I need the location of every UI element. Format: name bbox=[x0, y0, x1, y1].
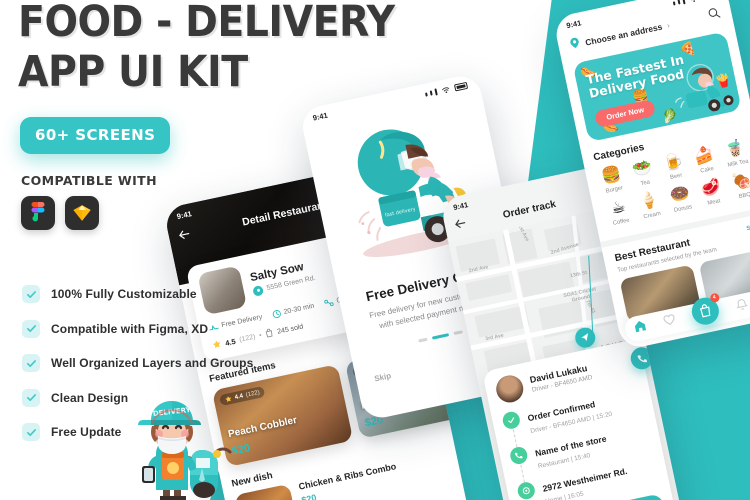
headline-line-2: APP UI KIT bbox=[18, 46, 248, 97]
poster-headline: FOOD - DELIVERY APP UI KIT bbox=[18, 1, 395, 94]
feature-item: Well Organized Layers and Groups bbox=[22, 354, 253, 372]
carousel-dot[interactable] bbox=[417, 337, 428, 343]
order-now-button[interactable]: Order Now bbox=[593, 98, 657, 129]
headline-line-1: FOOD - DELIVERY bbox=[18, 0, 395, 47]
tab-home[interactable] bbox=[632, 318, 648, 338]
order-timeline: Order Confirmed Driver - BF4650 AMD | 15… bbox=[501, 385, 660, 500]
check-icon bbox=[22, 388, 40, 407]
eta-label: 20-30 min bbox=[283, 302, 315, 316]
check-icon bbox=[22, 423, 40, 441]
location-icon bbox=[516, 480, 537, 500]
category-item[interactable]: 🍖 BBQ bbox=[724, 169, 750, 202]
sold-count: 245 sold bbox=[276, 323, 305, 336]
poster-canvas: FOOD - DELIVERY APP UI KIT 60+ SCREENS C… bbox=[0, 0, 750, 500]
compatible-logos bbox=[21, 196, 99, 230]
chevron-right-icon: › bbox=[666, 20, 671, 30]
feature-label: 100% Fully Customizable bbox=[51, 287, 197, 301]
delivery-mascot-illustration: DELIVERY bbox=[118, 392, 236, 500]
screens-count-badge: 60+ SCREENS bbox=[20, 117, 171, 154]
eta-badge: 20-30 min bbox=[271, 302, 315, 320]
sketch-logo-icon bbox=[65, 196, 99, 230]
feature-label: Free Update bbox=[51, 425, 122, 439]
status-time: 9:41 bbox=[311, 110, 329, 123]
feature-item: Compatible with Figma, XD bbox=[22, 319, 253, 338]
tab-notifications[interactable] bbox=[733, 296, 749, 316]
check-icon bbox=[22, 319, 40, 338]
check-icon bbox=[22, 354, 40, 372]
feature-label: Well Organized Layers and Groups bbox=[51, 356, 254, 370]
bag-icon bbox=[265, 328, 275, 340]
bbq-icon: 🍖 bbox=[730, 171, 750, 193]
avatar bbox=[493, 372, 526, 405]
compatible-with-label: COMPATIBLE WITH bbox=[21, 173, 157, 188]
search-icon[interactable] bbox=[707, 5, 722, 25]
carousel-dot-active[interactable] bbox=[431, 333, 449, 340]
check-icon bbox=[501, 410, 522, 431]
phone-icon bbox=[508, 445, 529, 466]
check-icon bbox=[22, 285, 40, 303]
feature-item: 100% Fully Customizable bbox=[22, 285, 253, 303]
location-pin-icon bbox=[568, 35, 583, 55]
location-pin-icon bbox=[252, 284, 264, 297]
status-time: 9:41 bbox=[565, 18, 583, 31]
address-label: Choose an address bbox=[584, 21, 664, 48]
status-time: 9:41 bbox=[452, 200, 469, 213]
status-time: 9:41 bbox=[175, 209, 193, 222]
figma-logo-icon bbox=[21, 196, 55, 230]
feature-label: Compatible with Figma, XD bbox=[51, 321, 209, 336]
tab-favorites[interactable] bbox=[661, 312, 677, 332]
cart-badge-count: 4 bbox=[708, 292, 720, 303]
carousel-dot[interactable] bbox=[452, 330, 463, 335]
category-item[interactable]: 🧋 Milk Tea bbox=[718, 137, 750, 170]
feature-label: Clean Design bbox=[51, 390, 129, 405]
